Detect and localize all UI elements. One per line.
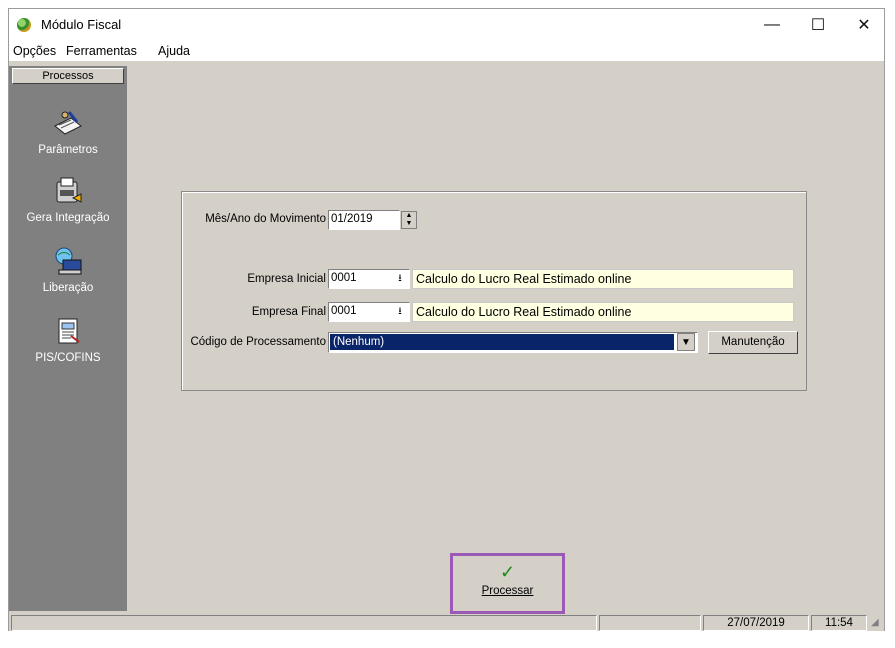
lookup-icon[interactable]: ⭳	[391, 270, 409, 288]
sidebar-item-label: Gera Integração	[26, 212, 110, 224]
mes-ano-input[interactable]: 01/2019	[328, 210, 400, 230]
empresa-final-input[interactable]: 0001 ⭳	[328, 302, 410, 322]
title-bar[interactable]: Módulo Fiscal — ☐ ✕	[9, 9, 884, 41]
empresa-final-label: Empresa Final	[251, 306, 326, 318]
process-button[interactable]: ✓ Processar	[453, 556, 562, 611]
maximize-button[interactable]: ☐	[795, 9, 841, 41]
manutencao-button[interactable]: Manutenção	[708, 331, 798, 354]
sidebar-item-label: Parâmetros	[38, 144, 98, 156]
close-button[interactable]: ✕	[841, 9, 887, 41]
minimize-button[interactable]: —	[749, 9, 795, 41]
codigo-select[interactable]: (Nenhum) ▼	[328, 332, 698, 353]
app-icon	[17, 18, 31, 32]
empresa-inicial-description: Calculo do Lucro Real Estimado online	[412, 269, 794, 289]
window-title: Módulo Fiscal	[41, 17, 122, 32]
spin-down-icon[interactable]: ▼	[402, 220, 416, 228]
sidebar-item-pis-cofins[interactable]: PIS/COFINS	[9, 316, 127, 364]
mes-ano-spinner[interactable]: ▲ ▼	[401, 211, 417, 229]
integration-icon	[56, 177, 82, 203]
status-date: 27/07/2019	[703, 615, 809, 631]
sidebar-item-label: PIS/COFINS	[35, 352, 101, 364]
status-empty	[599, 615, 701, 631]
parameters-panel: Mês/Ano do Movimento 01/2019 ▲ ▼ Empresa…	[181, 191, 807, 391]
codigo-value: (Nenhum)	[333, 336, 385, 348]
mes-ano-label: Mês/Ano do Movimento	[205, 213, 326, 225]
empresa-inicial-label: Empresa Inicial	[247, 273, 326, 285]
sidebar-item-gera-integracao[interactable]: Gera Integração	[9, 176, 127, 224]
main-window: Módulo Fiscal — ☐ ✕ Opções Ferramentas A…	[8, 8, 885, 631]
sidebar-item-label: Liberação	[42, 282, 94, 294]
menu-ferramentas[interactable]: Ferramentas	[66, 44, 137, 58]
checkmark-icon: ✓	[499, 562, 516, 582]
codigo-label: Código de Processamento	[190, 336, 326, 348]
sidebar-header[interactable]: Processos	[12, 68, 124, 84]
menu-bar: Opções Ferramentas Ajuda	[9, 41, 884, 61]
lookup-icon[interactable]: ⭳	[391, 303, 409, 321]
status-bar: 27/07/2019 11:54 ◢	[9, 614, 884, 631]
resize-grip-icon[interactable]: ◢	[871, 617, 879, 628]
process-button-label: Processar	[481, 585, 534, 597]
empresa-inicial-value: 0001	[331, 272, 357, 284]
spin-up-icon[interactable]: ▲	[402, 212, 416, 220]
sidebar-item-liberacao[interactable]: Liberação	[9, 246, 127, 294]
sidebar-item-parametros[interactable]: Parâmetros	[9, 108, 127, 156]
sidebar: Processos Parâmetros Gera Integração Lib…	[9, 66, 127, 611]
release-icon	[55, 247, 82, 275]
content-area: Processos Parâmetros Gera Integração Lib…	[9, 61, 884, 614]
status-time: 11:54	[811, 615, 867, 631]
chevron-down-icon[interactable]: ▼	[677, 333, 695, 351]
empresa-final-value: 0001	[331, 305, 357, 317]
parameters-icon	[54, 111, 82, 135]
pis-cofins-icon	[58, 318, 80, 344]
menu-ajuda[interactable]: Ajuda	[158, 44, 190, 58]
status-message	[11, 615, 597, 631]
empresa-inicial-input[interactable]: 0001 ⭳	[328, 269, 410, 289]
process-button-highlight: ✓ Processar	[450, 553, 565, 614]
menu-opcoes[interactable]: Opções	[13, 44, 56, 58]
empresa-final-description: Calculo do Lucro Real Estimado online	[412, 302, 794, 322]
